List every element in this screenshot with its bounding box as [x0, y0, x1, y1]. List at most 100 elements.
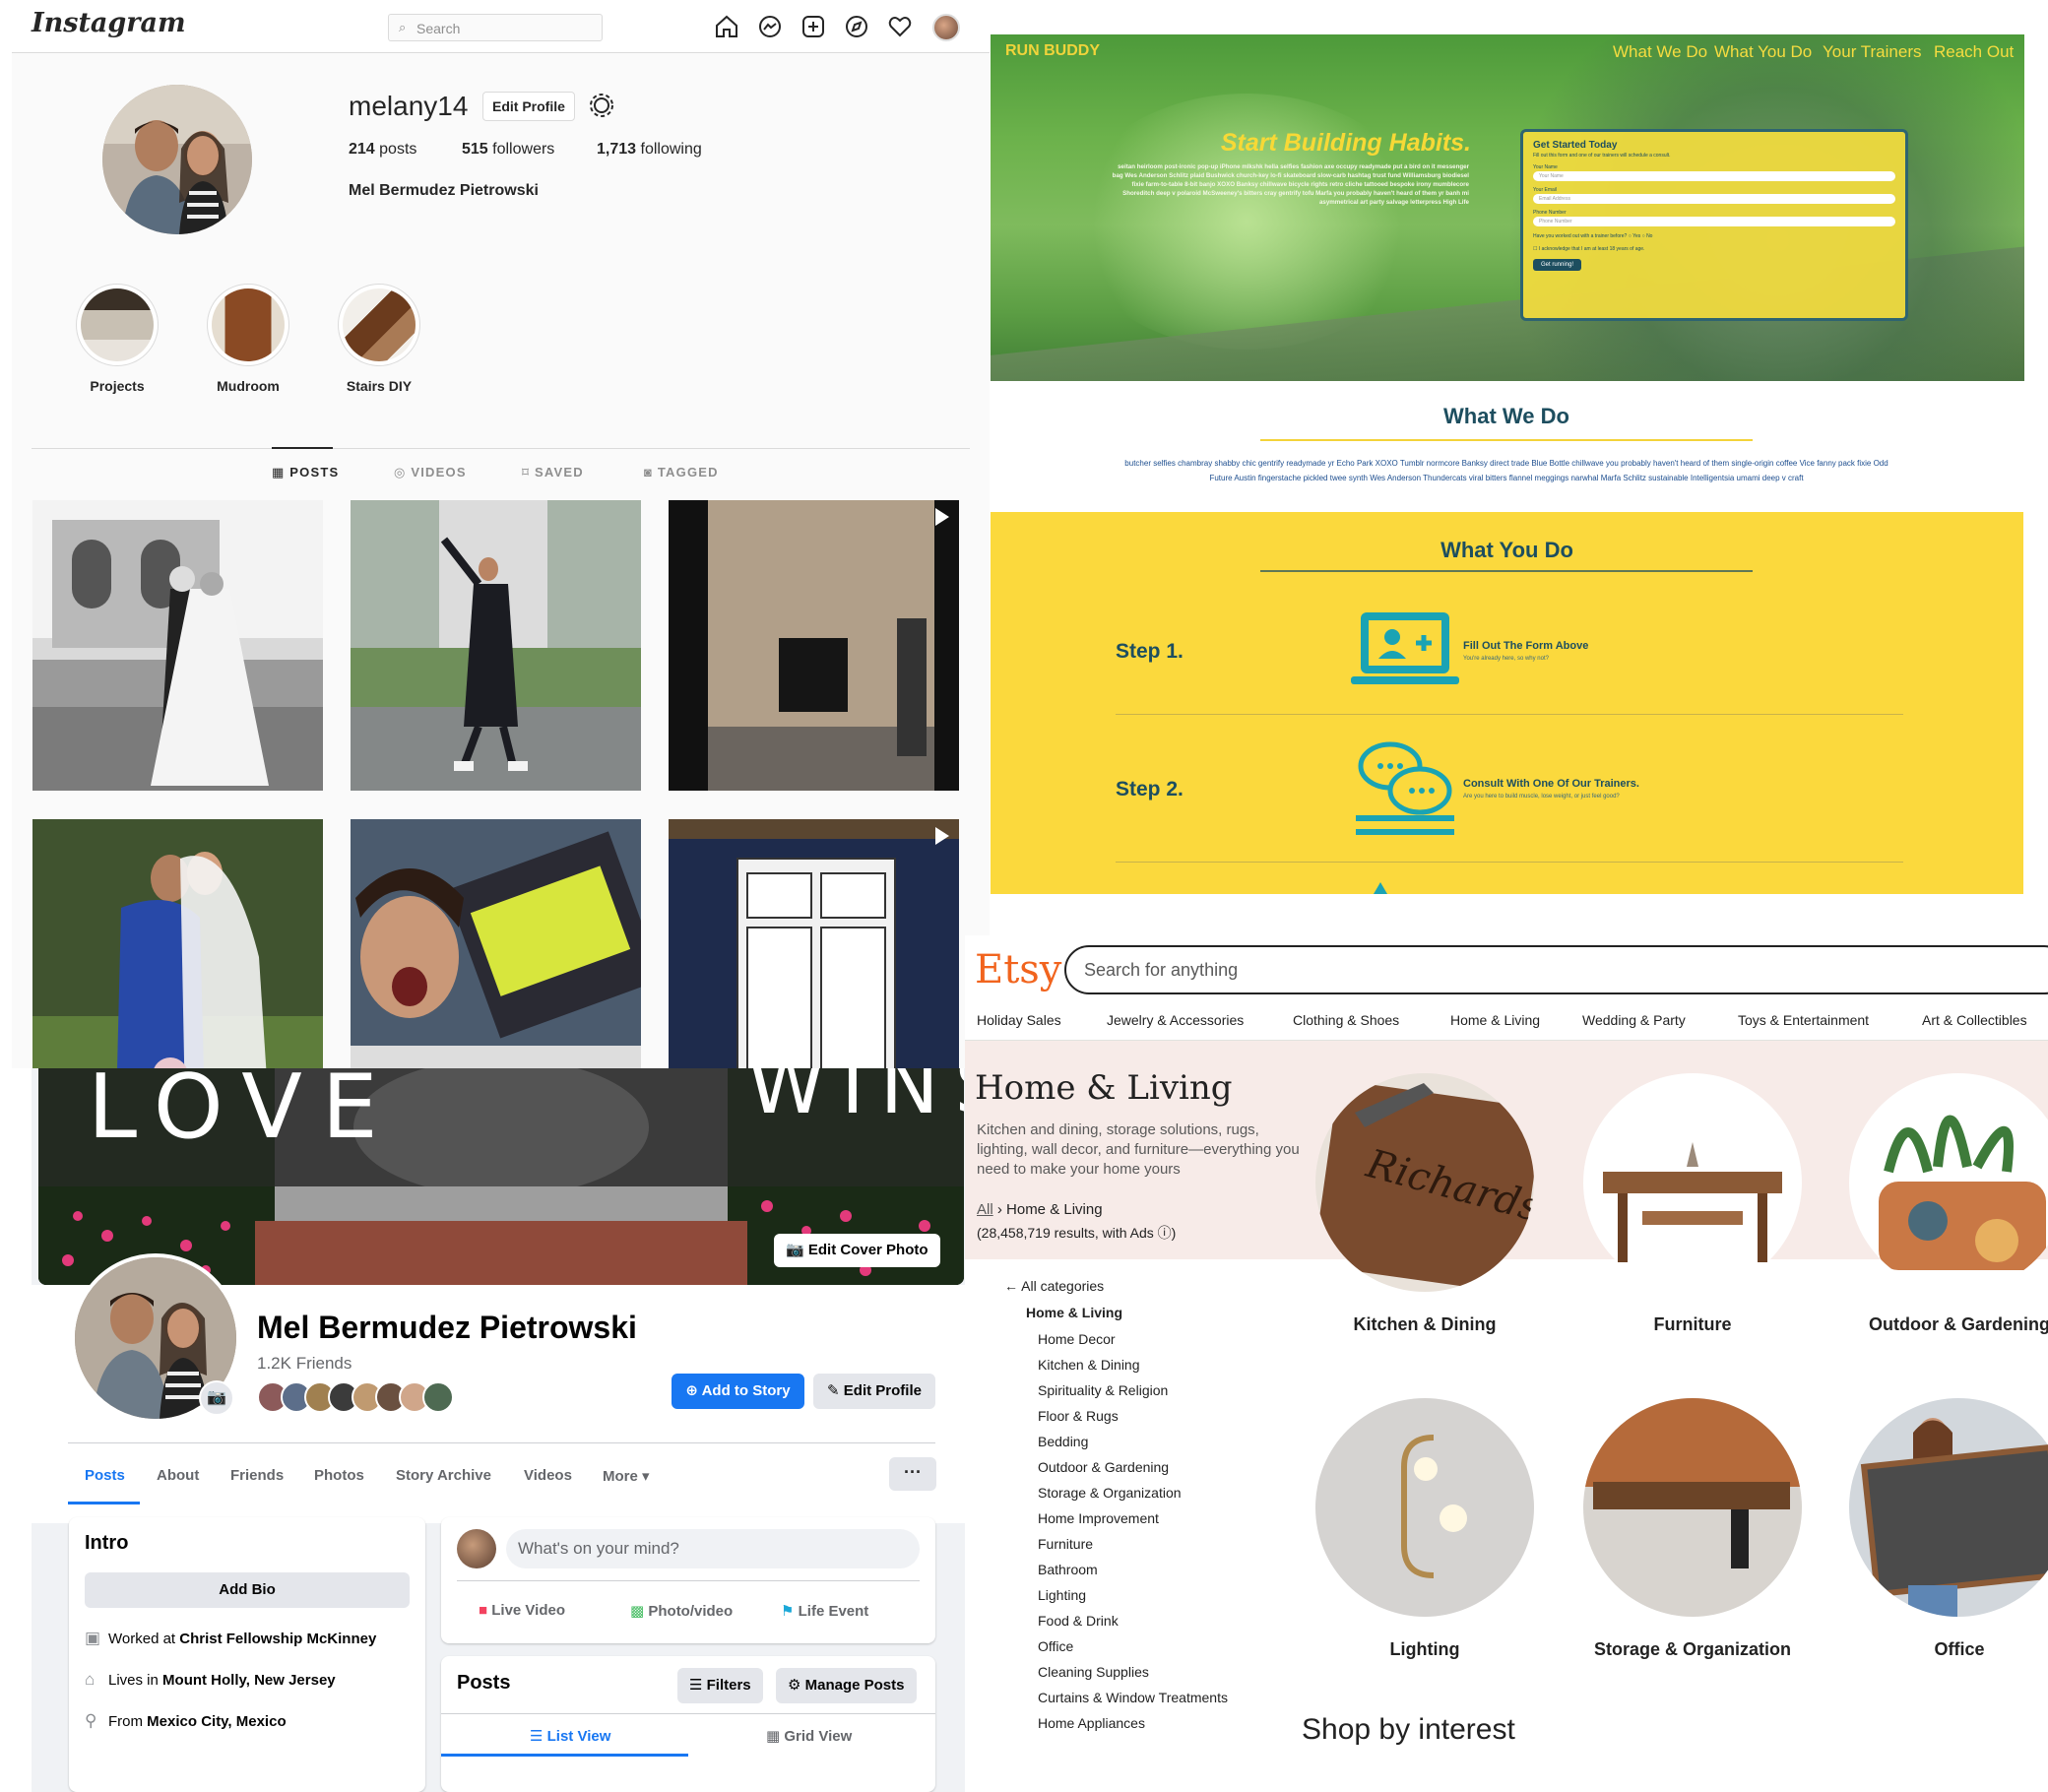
friend-avatar[interactable] — [422, 1381, 454, 1413]
followers-count[interactable]: 515 followers — [462, 141, 554, 159]
etsy-search-input[interactable]: Search for anything — [1064, 945, 2048, 994]
tile-kitchen-dining-label[interactable]: Kitchen & Dining — [1277, 1314, 1572, 1335]
edit-profile-button[interactable]: ✎ Edit Profile — [813, 1374, 935, 1409]
heart-icon[interactable] — [886, 13, 914, 40]
all-categories-link[interactable]: ← All categories — [1004, 1278, 1104, 1294]
profile-avatar-small[interactable] — [932, 14, 960, 41]
tile-outdoor-gardening-label[interactable]: Outdoor & Gardening — [1812, 1314, 2048, 1335]
edit-profile-button[interactable]: Edit Profile — [482, 92, 575, 121]
tile-furniture-image[interactable] — [1583, 1073, 1802, 1292]
following-count[interactable]: 1,713 following — [597, 141, 702, 159]
tab-tagged[interactable]: ◙ TAGGED — [644, 465, 719, 480]
sidebar-item-lighting[interactable]: Lighting — [1038, 1587, 1086, 1603]
more-options-button[interactable]: ··· — [889, 1457, 936, 1491]
post-thumbnail[interactable] — [32, 500, 323, 791]
breadcrumb-all-link[interactable]: All — [977, 1201, 993, 1218]
life-event-button[interactable]: ⚑ Life Event — [781, 1602, 868, 1620]
sidebar-item-office[interactable]: Office — [1038, 1638, 1073, 1654]
tab-videos[interactable]: Videos — [524, 1467, 572, 1484]
messenger-icon[interactable] — [756, 13, 784, 40]
nav-your-trainers[interactable]: Your Trainers — [1823, 42, 1921, 62]
tile-office-image[interactable] — [1849, 1398, 2048, 1617]
sidebar-item-curtains-window-treatments[interactable]: Curtains & Window Treatments — [1038, 1690, 1228, 1705]
category-holiday-sales[interactable]: Holiday Sales — [977, 1012, 1061, 1028]
manage-posts-button[interactable]: ⚙ Manage Posts — [776, 1668, 917, 1703]
friends-count[interactable]: 1.2K Friends — [257, 1354, 352, 1374]
update-photo-camera-icon[interactable]: 📷 — [199, 1380, 234, 1416]
category-clothing-shoes[interactable]: Clothing & Shoes — [1293, 1012, 1399, 1028]
etsy-logo[interactable]: Etsy — [975, 947, 1061, 992]
sidebar-item-bathroom[interactable]: Bathroom — [1038, 1562, 1098, 1577]
tab-posts[interactable]: Posts — [85, 1467, 125, 1484]
add-bio-button[interactable]: Add Bio — [85, 1572, 410, 1608]
highlight-projects[interactable]: Projects — [63, 284, 171, 394]
tab-more[interactable]: More ▾ — [603, 1467, 650, 1485]
tab-friends[interactable]: Friends — [230, 1467, 284, 1484]
tab-posts[interactable]: ▦ POSTS — [272, 465, 339, 480]
category-toys-entertainment[interactable]: Toys & Entertainment — [1738, 1012, 1869, 1028]
tile-lighting-image[interactable] — [1315, 1398, 1534, 1617]
category-art-collectibles[interactable]: Art & Collectibles — [1922, 1012, 2027, 1028]
home-icon[interactable] — [713, 13, 740, 40]
edit-cover-photo-button[interactable]: 📷 Edit Cover Photo — [774, 1234, 940, 1267]
tab-story-archive[interactable]: Story Archive — [396, 1467, 491, 1484]
name-field[interactable]: Your Name — [1533, 171, 1895, 181]
grid-view-tab[interactable]: ▦ Grid View — [766, 1727, 852, 1745]
instagram-profile-avatar[interactable] — [102, 85, 252, 234]
sidebar-item-floor-rugs[interactable]: Floor & Rugs — [1038, 1408, 1119, 1424]
sidebar-item-home-appliances[interactable]: Home Appliances — [1038, 1715, 1145, 1731]
nav-what-you-do[interactable]: What You Do — [1714, 42, 1812, 62]
sidebar-item-outdoor-gardening[interactable]: Outdoor & Gardening — [1038, 1459, 1169, 1475]
whats-on-your-mind-input[interactable]: What's on your mind? — [506, 1529, 920, 1568]
filters-button[interactable]: ☰ Filters — [677, 1668, 763, 1703]
sidebar-item-spirituality-religion[interactable]: Spirituality & Religion — [1038, 1382, 1168, 1398]
add-to-story-button[interactable]: ⊕ Add to Story — [672, 1374, 804, 1409]
explore-icon[interactable] — [843, 13, 870, 40]
category-wedding-party[interactable]: Wedding & Party — [1582, 1012, 1686, 1028]
sidebar-current-category[interactable]: Home & Living — [1026, 1305, 1122, 1320]
category-home-living[interactable]: Home & Living — [1450, 1012, 1540, 1028]
video-post-thumbnail[interactable] — [669, 500, 959, 791]
instagram-search-input[interactable]: ⌕ Search — [388, 14, 603, 41]
email-field[interactable]: Email Address — [1533, 194, 1895, 204]
post-thumbnail[interactable] — [351, 500, 641, 791]
yes-radio[interactable]: ○ — [1629, 233, 1632, 239]
sidebar-item-furniture[interactable]: Furniture — [1038, 1536, 1093, 1552]
tile-lighting-label[interactable]: Lighting — [1277, 1639, 1572, 1660]
tab-about[interactable]: About — [157, 1467, 199, 1484]
sidebar-item-kitchen-dining[interactable]: Kitchen & Dining — [1038, 1357, 1140, 1373]
list-view-tab[interactable]: ☰ List View — [530, 1727, 610, 1745]
tile-storage-organization-image[interactable] — [1583, 1398, 1802, 1617]
run-buddy-logo[interactable]: RUN BUDDY — [1005, 42, 1100, 60]
composer-avatar[interactable] — [457, 1529, 496, 1568]
post-thumbnail[interactable] — [351, 819, 641, 1068]
sidebar-item-cleaning-supplies[interactable]: Cleaning Supplies — [1038, 1664, 1149, 1680]
nav-what-we-do[interactable]: What We Do — [1613, 42, 1707, 62]
settings-gear-icon[interactable] — [585, 89, 618, 122]
new-post-icon[interactable] — [800, 13, 827, 40]
category-jewelry-accessories[interactable]: Jewelry & Accessories — [1107, 1012, 1244, 1028]
nav-reach-out[interactable]: Reach Out — [1934, 42, 2014, 62]
help-question-icon[interactable]: ⓘ — [1158, 1225, 1172, 1241]
tile-storage-organization-label[interactable]: Storage & Organization — [1545, 1639, 1840, 1660]
tab-saved[interactable]: ⌑ SAVED — [522, 465, 584, 480]
photo-video-button[interactable]: ▩ Photo/video — [630, 1602, 733, 1620]
live-video-button[interactable]: ■ Live Video — [479, 1602, 565, 1619]
highlight-mudroom[interactable]: Mudroom — [194, 284, 302, 394]
sidebar-item-bedding[interactable]: Bedding — [1038, 1434, 1088, 1449]
sidebar-item-home-decor[interactable]: Home Decor — [1038, 1331, 1116, 1347]
sidebar-item-food-drink[interactable]: Food & Drink — [1038, 1613, 1119, 1629]
tile-kitchen-dining-image[interactable]: Richards — [1315, 1073, 1534, 1292]
instagram-logo[interactable]: Instagram — [32, 8, 186, 38]
tile-office-label[interactable]: Office — [1812, 1639, 2048, 1660]
sidebar-item-home-improvement[interactable]: Home Improvement — [1038, 1510, 1159, 1526]
tile-furniture-label[interactable]: Furniture — [1545, 1314, 1840, 1335]
tab-videos[interactable]: ◎ VIDEOS — [394, 465, 467, 480]
post-thumbnail[interactable] — [32, 819, 323, 1068]
no-radio[interactable]: ○ — [1642, 233, 1645, 239]
get-running-button[interactable]: Get running! — [1533, 259, 1582, 271]
phone-field[interactable]: Phone Number — [1533, 217, 1895, 226]
sidebar-item-storage-organization[interactable]: Storage & Organization — [1038, 1485, 1182, 1501]
video-post-thumbnail[interactable] — [669, 819, 959, 1068]
age-checkbox[interactable]: ☐ I acknowledge that I am at least 18 ye… — [1533, 246, 1895, 252]
